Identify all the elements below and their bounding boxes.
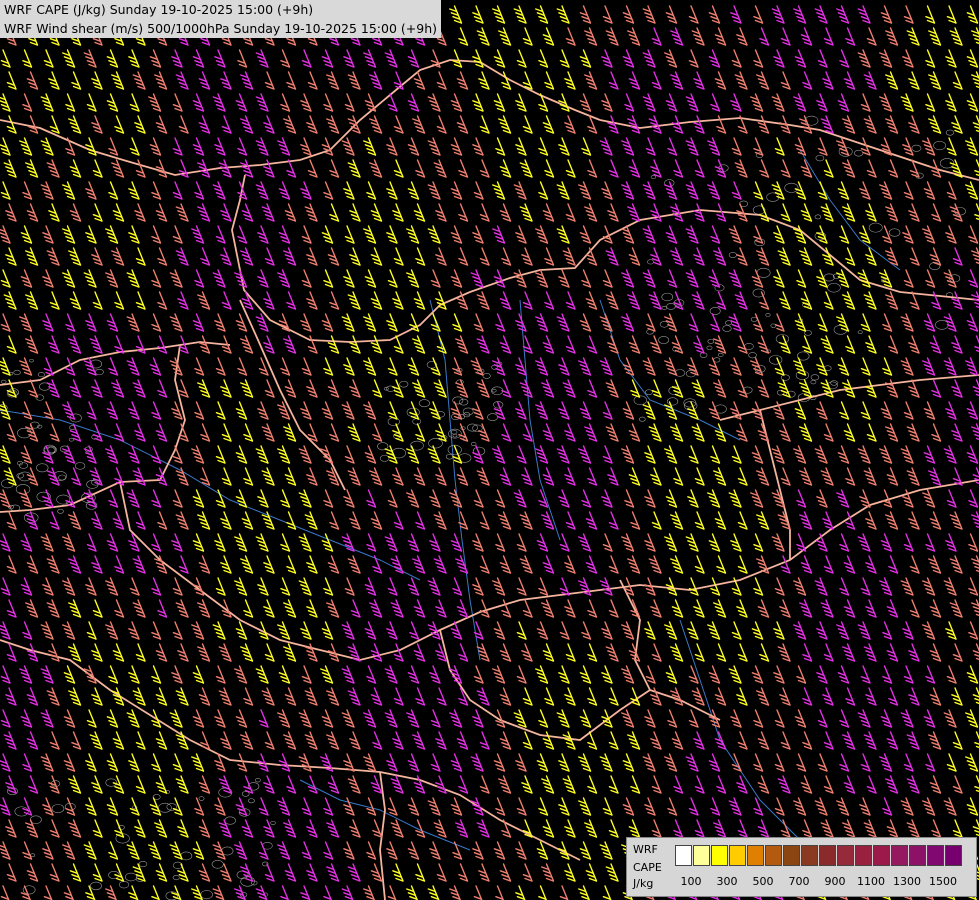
legend-tick: 100	[680, 875, 702, 888]
legend-swatch	[783, 845, 800, 866]
cape-legend: WRF CAPE J/kg 100 300 500 700 900 1100 1…	[626, 837, 977, 897]
legend-tick: 900	[824, 875, 846, 888]
legend-tick: 1100	[857, 875, 885, 888]
legend-swatch	[945, 845, 962, 866]
legend-swatch	[801, 845, 818, 866]
legend-tick: 300	[716, 875, 738, 888]
legend-swatch	[747, 845, 764, 866]
legend-swatch	[729, 845, 746, 866]
legend-swatch	[837, 845, 854, 866]
legend-swatch	[765, 845, 782, 866]
legend-swatch	[819, 845, 836, 866]
legend-tick: 1500	[929, 875, 957, 888]
legend-swatch	[693, 845, 710, 866]
legend-model-label: WRF	[633, 843, 658, 856]
cape-title: WRF CAPE (J/kg) Sunday 19-10-2025 15:00 …	[4, 2, 314, 17]
legend-swatch	[675, 845, 692, 866]
legend-swatch	[873, 845, 890, 866]
legend-swatch	[711, 845, 728, 866]
legend-swatch	[891, 845, 908, 866]
legend-tick: 500	[752, 875, 774, 888]
legend-unit-label: J/kg	[633, 877, 654, 890]
legend-color-scale	[675, 845, 963, 866]
map-title-box: WRF CAPE (J/kg) Sunday 19-10-2025 15:00 …	[0, 0, 441, 38]
shear-title: WRF Wind shear (m/s) 500/1000hPa Sunday …	[4, 21, 437, 36]
map-background	[0, 0, 979, 900]
legend-tick: 1300	[893, 875, 921, 888]
legend-swatch	[855, 845, 872, 866]
legend-swatch	[909, 845, 926, 866]
legend-tick: 700	[788, 875, 810, 888]
weather-map	[0, 0, 979, 900]
legend-swatch	[927, 845, 944, 866]
legend-field-label: CAPE	[633, 861, 662, 874]
